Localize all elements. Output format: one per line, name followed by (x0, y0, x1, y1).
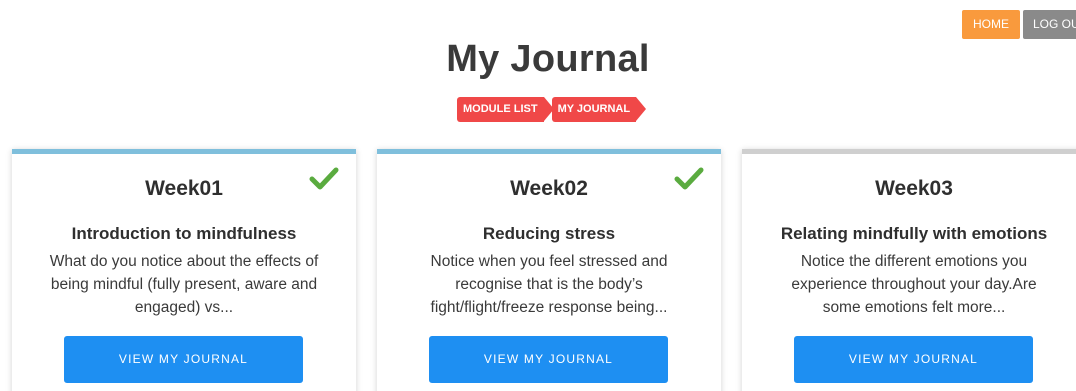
view-my-journal-button[interactable]: VIEW MY JOURNAL (794, 336, 1033, 383)
card-topic: Introduction to mindfulness (71, 224, 297, 243)
card-description: Notice the different emotions you experi… (756, 250, 1072, 319)
week-card: Week01 Introduction to mindfulness What … (12, 149, 356, 391)
card-description: Notice when you feel stressed and recogn… (391, 250, 707, 319)
desc-line: Notice the different emotions you (800, 253, 1028, 270)
desc-line: What do you notice about the effects of (49, 253, 319, 270)
page-title: My Journal (446, 38, 650, 80)
card-week-title: Week02 (510, 177, 588, 200)
card-week-title: Week03 (875, 177, 953, 200)
breadcrumb: MODULE LIST MY JOURNAL (457, 97, 647, 122)
breadcrumb-module-list[interactable]: MODULE LIST (457, 97, 554, 122)
week-card: Week02 Reducing stress Notice when you f… (377, 149, 721, 391)
home-button[interactable]: HOME (962, 10, 1020, 39)
breadcrumb-label: MY JOURNAL (551, 97, 637, 122)
card-topic: Reducing stress (482, 224, 616, 243)
desc-line: being mindful (fully present, aware and (50, 276, 318, 293)
card-topic: Relating mindfully with emotions (780, 224, 1048, 243)
card-description: What do you notice about the effects of … (26, 250, 342, 319)
card-status-bar (377, 149, 721, 154)
journal-page: HOME LOG OUT My Journal MODULE LIST MY J… (0, 0, 1076, 391)
card-status-bar (742, 149, 1076, 154)
breadcrumb-my-journal[interactable]: MY JOURNAL (551, 97, 647, 122)
week-card: Week03 Relating mindfully with emotions … (742, 149, 1076, 391)
desc-line: recognise that is the body’s (455, 276, 643, 293)
desc-line: fight/flight/freeze response being... (430, 299, 668, 316)
logout-button[interactable]: LOG OUT (1023, 10, 1076, 39)
desc-line: experience throughout your day.Are (791, 276, 1037, 293)
top-nav: HOME LOG OUT (962, 10, 1076, 39)
check-icon (674, 167, 704, 190)
breadcrumb-arrow (636, 97, 647, 121)
view-my-journal-button[interactable]: VIEW MY JOURNAL (64, 336, 303, 383)
card-week-title: Week01 (145, 177, 223, 200)
breadcrumb-label: MODULE LIST (457, 97, 544, 122)
check-icon (309, 167, 339, 190)
desc-line: engaged) vs... (134, 299, 234, 316)
card-status-bar (12, 149, 356, 154)
desc-line: Notice when you feel stressed and (430, 253, 668, 270)
view-my-journal-button[interactable]: VIEW MY JOURNAL (429, 336, 668, 383)
desc-line: some emotions felt more... (822, 299, 1006, 316)
